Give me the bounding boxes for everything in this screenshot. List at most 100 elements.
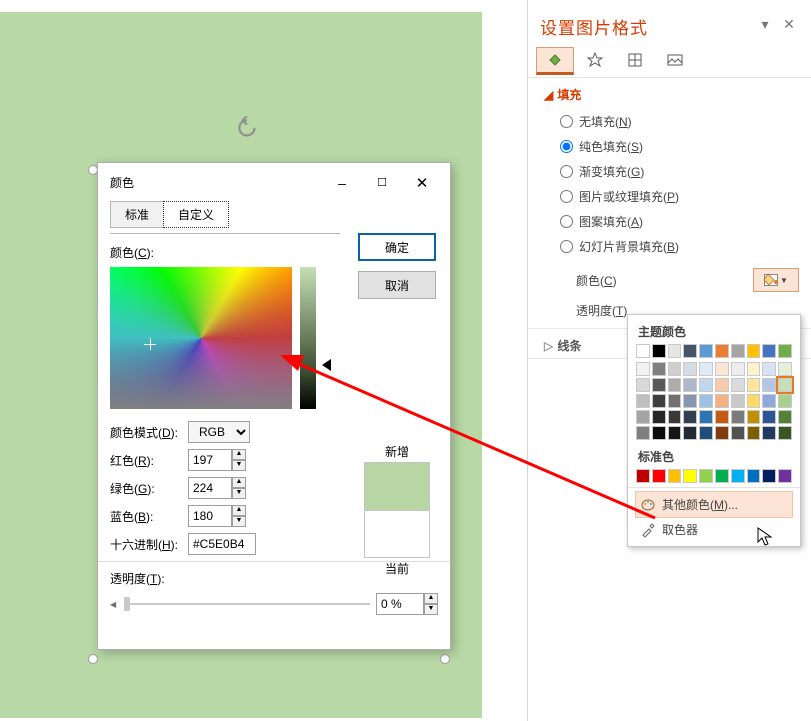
color-swatch[interactable] <box>668 426 682 440</box>
radio-solid-fill[interactable]: 纯色填充(S) <box>560 134 799 159</box>
color-swatch[interactable] <box>778 344 792 358</box>
radio-pattern-fill[interactable]: 图案填充(A) <box>560 209 799 234</box>
color-swatch[interactable] <box>747 410 761 424</box>
color-swatch[interactable] <box>778 394 792 408</box>
cancel-button[interactable]: 取消 <box>358 271 436 299</box>
color-swatch[interactable] <box>668 410 682 424</box>
color-swatch[interactable] <box>683 378 697 392</box>
color-swatch[interactable] <box>778 410 792 424</box>
selection-handle[interactable] <box>440 654 450 664</box>
luminance-slider[interactable] <box>300 267 316 409</box>
color-swatch[interactable] <box>715 426 729 440</box>
transparency-slider[interactable]: ◀ <box>110 597 370 611</box>
radio-picture-fill[interactable]: 图片或纹理填充(P) <box>560 184 799 209</box>
tab-size-icon[interactable] <box>616 47 654 75</box>
color-swatch[interactable] <box>636 344 650 358</box>
tab-custom[interactable]: 自定义 <box>163 201 229 228</box>
color-swatch[interactable] <box>747 394 761 408</box>
color-swatch[interactable] <box>715 344 729 358</box>
color-swatch[interactable] <box>636 378 650 392</box>
panel-options-button[interactable]: ▾ <box>753 16 777 33</box>
radio-no-fill[interactable]: 无填充(N) <box>560 109 799 134</box>
color-swatch[interactable] <box>699 469 713 483</box>
color-swatch[interactable] <box>762 378 776 392</box>
minimize-button[interactable]: – <box>322 171 362 195</box>
color-swatch[interactable] <box>762 344 776 358</box>
spin-down[interactable]: ▼ <box>232 460 246 471</box>
color-swatch[interactable] <box>652 410 666 424</box>
panel-close-button[interactable]: ✕ <box>777 16 801 33</box>
color-swatch[interactable] <box>731 410 745 424</box>
tab-standard[interactable]: 标准 <box>110 201 164 228</box>
color-swatch[interactable] <box>699 378 713 392</box>
close-button[interactable]: ✕ <box>402 171 442 195</box>
color-swatch[interactable] <box>636 362 650 376</box>
color-swatch[interactable] <box>668 362 682 376</box>
color-swatch[interactable] <box>731 362 745 376</box>
color-swatch[interactable] <box>762 469 776 483</box>
color-swatch[interactable] <box>683 426 697 440</box>
tab-picture-icon[interactable] <box>656 47 694 75</box>
selection-handle[interactable] <box>88 654 98 664</box>
fill-color-button[interactable]: ▼ <box>753 268 799 292</box>
hex-input[interactable] <box>188 533 256 555</box>
color-field[interactable] <box>110 267 292 409</box>
color-swatch[interactable] <box>683 410 697 424</box>
color-swatch[interactable] <box>699 410 713 424</box>
color-swatch[interactable] <box>683 344 697 358</box>
red-input[interactable] <box>188 449 232 471</box>
color-swatch[interactable] <box>715 394 729 408</box>
maximize-button[interactable]: ☐ <box>362 171 402 195</box>
color-swatch[interactable] <box>778 362 792 376</box>
color-swatch[interactable] <box>652 469 666 483</box>
color-swatch[interactable] <box>747 362 761 376</box>
spin-up[interactable]: ▲ <box>232 449 246 460</box>
color-swatch[interactable] <box>747 469 761 483</box>
color-swatch[interactable] <box>762 362 776 376</box>
section-fill-header[interactable]: ◢ 填充 <box>544 86 799 103</box>
color-swatch[interactable] <box>747 378 761 392</box>
color-swatch[interactable] <box>731 394 745 408</box>
color-swatch[interactable] <box>636 394 650 408</box>
color-swatch[interactable] <box>668 469 682 483</box>
color-swatch[interactable] <box>778 469 792 483</box>
blue-input[interactable] <box>188 505 232 527</box>
color-swatch[interactable] <box>715 469 729 483</box>
color-swatch[interactable] <box>699 362 713 376</box>
color-swatch[interactable] <box>652 378 666 392</box>
color-swatch[interactable] <box>668 344 682 358</box>
color-swatch[interactable] <box>747 344 761 358</box>
radio-slidebg-fill[interactable]: 幻灯片背景填充(B) <box>560 234 799 259</box>
color-swatch[interactable] <box>778 426 792 440</box>
spin-down[interactable]: ▼ <box>424 604 438 615</box>
color-swatch[interactable] <box>699 426 713 440</box>
color-swatch[interactable] <box>636 410 650 424</box>
color-swatch[interactable] <box>778 378 792 392</box>
color-mode-select[interactable]: RGB <box>188 421 250 443</box>
color-swatch[interactable] <box>731 344 745 358</box>
color-swatch[interactable] <box>762 394 776 408</box>
color-swatch[interactable] <box>731 378 745 392</box>
color-swatch[interactable] <box>715 410 729 424</box>
color-swatch[interactable] <box>668 394 682 408</box>
color-swatch[interactable] <box>636 426 650 440</box>
rotate-handle[interactable] <box>235 116 261 142</box>
transparency-input[interactable] <box>376 593 424 615</box>
color-swatch[interactable] <box>747 426 761 440</box>
spin-down[interactable]: ▼ <box>232 516 246 527</box>
color-swatch[interactable] <box>715 378 729 392</box>
tab-effects-icon[interactable] <box>576 47 614 75</box>
color-swatch[interactable] <box>652 362 666 376</box>
tab-fill-line-icon[interactable] <box>536 47 574 75</box>
color-swatch[interactable] <box>731 426 745 440</box>
color-swatch[interactable] <box>683 469 697 483</box>
color-swatch[interactable] <box>636 469 650 483</box>
luminance-pointer-icon[interactable] <box>322 359 331 371</box>
ok-button[interactable]: 确定 <box>358 233 436 261</box>
color-swatch[interactable] <box>715 362 729 376</box>
color-swatch[interactable] <box>699 344 713 358</box>
color-swatch[interactable] <box>762 426 776 440</box>
color-swatch[interactable] <box>668 378 682 392</box>
spin-up[interactable]: ▲ <box>424 593 438 604</box>
color-swatch[interactable] <box>683 362 697 376</box>
